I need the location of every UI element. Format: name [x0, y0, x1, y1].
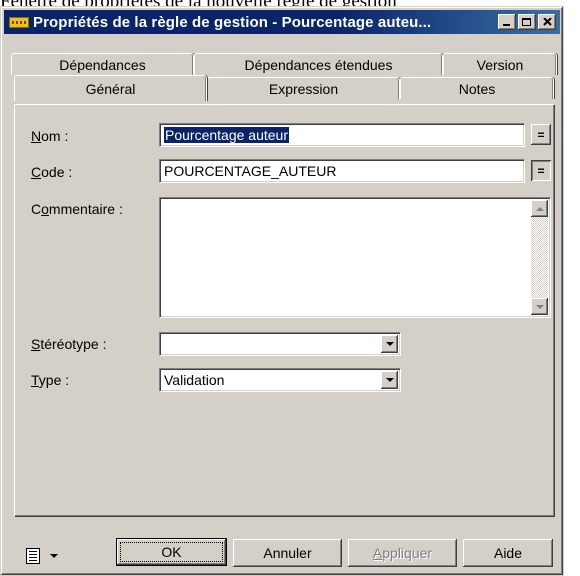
tab-general[interactable]: Général [14, 75, 207, 101]
maximize-icon[interactable] [518, 14, 536, 30]
code-value: POURCENTAGE_AUTEUR [164, 163, 337, 179]
minimize-icon[interactable] [498, 14, 516, 30]
tab-dependances-label: Dépendances [59, 56, 146, 73]
tab-dependances[interactable]: Dépendances [11, 53, 194, 75]
tab-notes[interactable]: Notes [400, 77, 554, 99]
nom-sync-button[interactable]: = [531, 124, 551, 145]
list-menu-icon[interactable] [26, 548, 40, 564]
chevron-down-icon[interactable] [50, 554, 58, 558]
tab-dependances-etendues-label: Dépendances étendues [244, 56, 393, 73]
close-icon[interactable] [538, 14, 556, 30]
scroll-up-icon[interactable] [531, 200, 548, 217]
commentaire-textarea[interactable] [159, 197, 551, 318]
stereotype-combo[interactable] [159, 332, 401, 356]
scroll-down-icon[interactable] [531, 298, 548, 315]
commentaire-scrollbar[interactable] [531, 200, 548, 315]
properties-dialog: Propriétés de la règle de gestion - Pour… [0, 6, 564, 576]
help-button[interactable]: Aide [463, 539, 553, 567]
type-combo[interactable]: Validation [159, 368, 401, 392]
code-sync-button[interactable]: = [531, 160, 551, 181]
commentaire-label: Commentaire : [31, 201, 123, 217]
tab-expression[interactable]: Expression [207, 77, 400, 99]
nom-label: Nom : [31, 128, 69, 144]
code-label: Code : [31, 164, 73, 180]
type-label: Type : [31, 372, 70, 388]
nom-field[interactable]: Pourcentage auteur [159, 123, 525, 147]
tab-dependances-etendues[interactable]: Dépendances étendues [194, 53, 443, 75]
window-title: Propriétés de la règle de gestion - Pour… [33, 13, 432, 31]
apply-button[interactable]: Appliquer [348, 539, 457, 567]
stereotype-label: Stéréotype : [31, 336, 107, 352]
code-field[interactable]: POURCENTAGE_AUTEUR [159, 159, 525, 183]
chevron-down-icon[interactable] [381, 371, 398, 389]
tab-expression-label: Expression [268, 80, 339, 97]
ok-button[interactable]: OK [116, 538, 227, 566]
cancel-button[interactable]: Annuler [233, 539, 342, 567]
general-tab-panel: Nom : Pourcentage auteur = Code : POURCE… [14, 104, 554, 516]
tab-general-label: Général [85, 80, 136, 97]
nom-value: Pourcentage auteur [164, 127, 289, 143]
chevron-down-icon[interactable] [381, 335, 398, 353]
type-value: Validation [164, 372, 225, 388]
tab-version-label: Version [476, 56, 524, 73]
business-rule-icon [9, 16, 29, 28]
tab-version[interactable]: Version [443, 53, 557, 75]
title-bar[interactable]: Propriétés de la règle de gestion - Pour… [4, 10, 560, 34]
tab-notes-label: Notes [458, 80, 496, 97]
